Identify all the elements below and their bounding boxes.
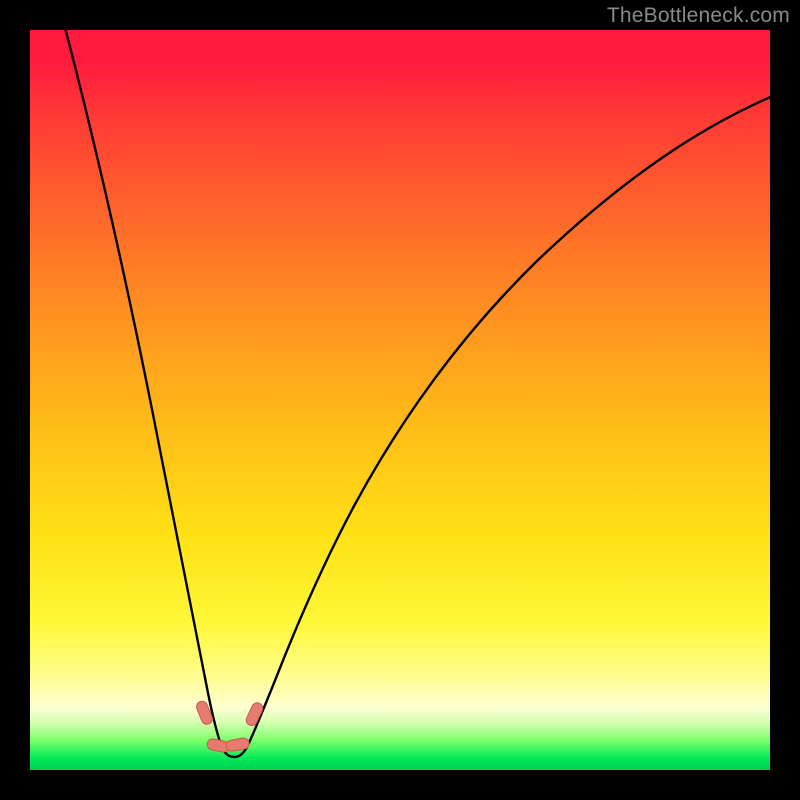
bottleneck-curve bbox=[55, 30, 770, 757]
chart-svg bbox=[30, 30, 770, 770]
outer-frame: TheBottleneck.com bbox=[0, 0, 800, 800]
plot-area bbox=[30, 30, 770, 770]
watermark-text: TheBottleneck.com bbox=[607, 4, 790, 28]
marker-group bbox=[195, 700, 265, 754]
